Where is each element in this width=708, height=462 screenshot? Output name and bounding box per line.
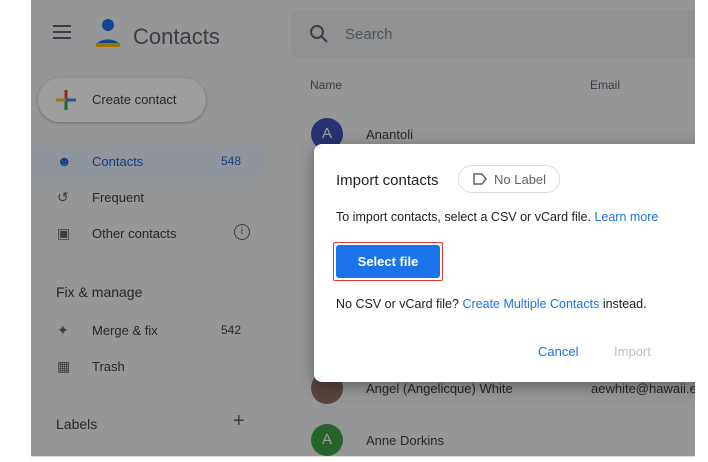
dialog-title: Import contacts xyxy=(336,172,439,189)
label-chip[interactable]: No Label xyxy=(458,165,560,193)
alt-text-suffix: instead. xyxy=(602,297,647,311)
contacts-app: Contacts Search Create contact ☻ Contact… xyxy=(31,0,695,457)
alt-text-prefix: No CSV or vCard file? xyxy=(336,297,459,311)
select-file-button[interactable]: Select file xyxy=(336,245,440,278)
dialog-alt-text: No CSV or vCard file? Create Multiple Co… xyxy=(336,297,647,311)
import-contacts-dialog: Import contacts No Label To import conta… xyxy=(314,144,695,382)
cancel-button[interactable]: Cancel xyxy=(538,344,578,359)
create-multiple-contacts-link[interactable]: Create Multiple Contacts xyxy=(462,297,599,311)
instructions-text: To import contacts, select a CSV or vCar… xyxy=(336,210,591,224)
label-chip-text: No Label xyxy=(494,172,547,187)
learn-more-link[interactable]: Learn more xyxy=(594,210,658,224)
import-button[interactable]: Import xyxy=(614,344,651,359)
dialog-instructions: To import contacts, select a CSV or vCar… xyxy=(336,210,658,224)
label-icon xyxy=(473,173,487,185)
left-margin xyxy=(0,0,31,462)
right-margin xyxy=(695,0,708,462)
